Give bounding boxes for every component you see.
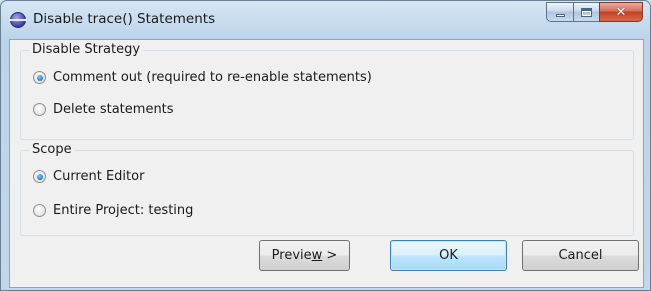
close-button[interactable]: ✕ (599, 2, 643, 22)
scope-group: Scope Current Editor Entire Project: tes… (20, 142, 634, 236)
window-title: Disable trace() Statements (33, 11, 216, 27)
scope-label: Scope (29, 142, 75, 157)
maximize-icon (581, 7, 592, 17)
radio-delete-statements[interactable]: Delete statements (33, 102, 174, 117)
preview-label-pre: Previe (271, 248, 312, 263)
disable-strategy-group: Disable Strategy Comment out (required t… (20, 42, 634, 140)
radio-comment-out[interactable]: Comment out (required to re-enable state… (33, 70, 372, 85)
maximize-button[interactable] (573, 2, 599, 22)
cancel-label: Cancel (558, 248, 603, 263)
radio-button-unchecked[interactable] (33, 103, 46, 116)
radio-entire-project[interactable]: Entire Project: testing (33, 203, 193, 218)
title-bar[interactable]: Disable trace() Statements ✕ (1, 1, 650, 39)
radio-button-checked[interactable] (33, 71, 46, 84)
close-icon: ✕ (615, 4, 627, 20)
radio-current-editor-label[interactable]: Current Editor (53, 169, 144, 184)
radio-delete-statements-label[interactable]: Delete statements (53, 102, 174, 117)
radio-comment-out-label[interactable]: Comment out (required to re-enable state… (53, 70, 372, 85)
radio-current-editor[interactable]: Current Editor (33, 169, 144, 184)
caption-buttons: ✕ (546, 2, 643, 22)
ok-label: OK (439, 248, 458, 263)
ok-button[interactable]: OK (390, 240, 507, 271)
eclipse-app-icon (9, 12, 27, 28)
radio-button-checked[interactable] (33, 170, 46, 183)
minimize-button[interactable] (546, 2, 573, 22)
preview-label-post: > (322, 248, 338, 263)
radio-button-unchecked[interactable] (33, 204, 46, 217)
cancel-button[interactable]: Cancel (522, 240, 639, 271)
preview-mnemonic: w (311, 248, 323, 263)
dialog-content: Disable Strategy Comment out (required t… (9, 39, 644, 288)
radio-entire-project-label[interactable]: Entire Project: testing (53, 203, 193, 218)
disable-strategy-label: Disable Strategy (29, 42, 144, 57)
minimize-icon (555, 13, 565, 17)
preview-button[interactable]: Previe w > (259, 240, 350, 271)
dialog-window: Disable trace() Statements ✕ Disable Str… (0, 0, 651, 291)
